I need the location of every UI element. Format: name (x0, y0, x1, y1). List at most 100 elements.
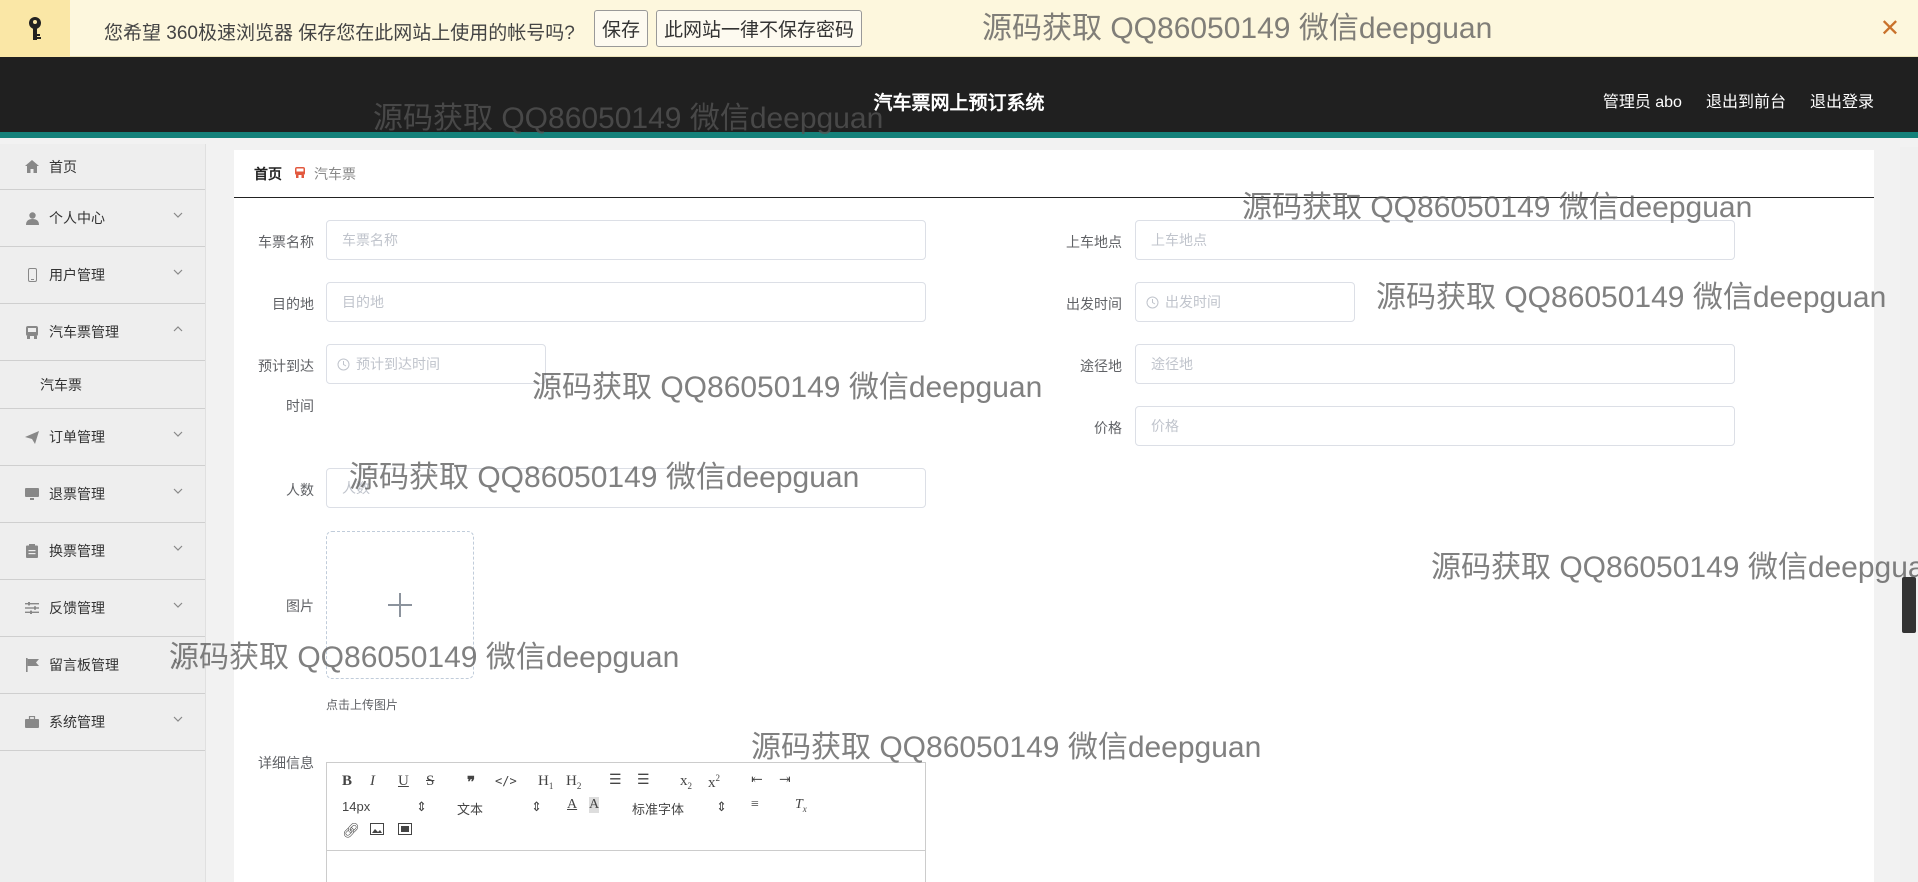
code-icon[interactable]: </> (495, 774, 517, 788)
sidebar-item-label: 汽车票 (40, 376, 82, 393)
chevron-down-icon (173, 716, 183, 722)
font-color-icon[interactable]: A (567, 797, 577, 813)
bus-icon (294, 166, 306, 181)
boarding-location-label: 上车地点 (1066, 234, 1122, 250)
current-user: 管理员 abo (1602, 94, 1682, 111)
chevron-down-icon (173, 488, 183, 494)
monitor-icon (24, 486, 40, 502)
departure-time-label: 出发时间 (1066, 296, 1122, 312)
main-content: 首页 汽车票 车票名称 车票名称 上车地点 上车地点 目的地 目的地 出发时间 … (234, 150, 1874, 882)
chevron-down-icon (173, 431, 183, 437)
outdent-icon[interactable]: ⇤ (751, 772, 763, 789)
price-input[interactable]: 价格 (1135, 406, 1735, 446)
close-icon[interactable]: ✕ (1880, 14, 1900, 43)
boarding-location-input[interactable]: 上车地点 (1135, 220, 1735, 260)
ordered-list-icon[interactable]: ☰ (609, 772, 622, 789)
heading2-icon[interactable]: H2 (566, 773, 581, 791)
via-input[interactable]: 途径地 (1135, 344, 1735, 384)
sidebar-item-personal-center[interactable]: 个人中心 (0, 190, 205, 247)
indent-icon[interactable]: ⇥ (779, 772, 791, 789)
password-save-bar: 您希望 360极速浏览器 保存您在此网站上使用的帐号吗? 保存 此网站一律不保存… (0, 0, 1918, 57)
chevron-down-icon (173, 602, 183, 608)
sidebar-item-system-management[interactable]: 系统管理 (0, 694, 205, 751)
destination-input[interactable]: 目的地 (326, 282, 926, 322)
background-color-icon[interactable]: A (589, 797, 600, 813)
price-placeholder: 价格 (1151, 418, 1179, 434)
ticket-name-input[interactable]: 车票名称 (326, 220, 926, 260)
via-placeholder: 途径地 (1151, 356, 1193, 372)
select-arrows-icon: ⇕ (531, 799, 542, 814)
sidebar-item-refund-management[interactable]: 退票管理 (0, 466, 205, 523)
editor-toolbar: B I U S ❞ </> H1 H2 ☰ ☰ x2 x2 ⇤ ⇥ 14px ⇕ … (327, 763, 925, 851)
font-family-value: 标准字体 (632, 802, 685, 817)
bold-icon[interactable]: B (342, 773, 352, 790)
chevron-down-icon (173, 269, 183, 275)
sidebar-item-user-management[interactable]: 用户管理 (0, 247, 205, 304)
italic-icon[interactable]: I (370, 773, 375, 790)
sidebar-item-label: 订单管理 (49, 429, 105, 445)
quote-icon[interactable]: ❞ (467, 773, 475, 792)
text-type-value: 文本 (457, 802, 484, 817)
sidebar: 首页 个人中心 用户管理 汽车票管理 汽车票 订单管理 退票管理 换票管理 反馈… (0, 144, 206, 882)
video-icon[interactable] (398, 823, 412, 840)
ticket-name-placeholder: 车票名称 (342, 232, 398, 248)
password-save-prompt: 您希望 360极速浏览器 保存您在此网站上使用的帐号吗? (104, 23, 575, 44)
rich-text-editor[interactable]: B I U S ❞ </> H1 H2 ☰ ☰ x2 x2 ⇤ ⇥ 14px ⇕ … (326, 762, 926, 882)
align-icon[interactable]: ≡ (751, 797, 759, 813)
select-arrows-icon: ⇕ (716, 799, 727, 814)
font-family-select[interactable]: 标准字体 ⇕ (632, 799, 727, 818)
clock-icon (1146, 296, 1159, 308)
strikethrough-icon[interactable]: S (426, 773, 434, 790)
scrollbar-thumb[interactable] (1902, 577, 1916, 633)
via-label: 途径地 (1080, 358, 1122, 374)
top-header: 汽车票网上预订系统 管理员 abo 退出到前台 退出登录 (0, 57, 1918, 138)
image-upload-box[interactable] (326, 531, 474, 679)
logout-link[interactable]: 退出登录 (1810, 88, 1874, 112)
breadcrumb-current: 汽车票 (314, 165, 356, 182)
passenger-count-placeholder: 人数 (342, 480, 370, 496)
arrival-time-placeholder: 预计到达时间 (356, 356, 440, 372)
save-password-button[interactable]: 保存 (594, 10, 649, 47)
image-icon[interactable] (370, 823, 384, 840)
superscript-icon[interactable]: x2 (708, 773, 720, 792)
chevron-down-icon (173, 212, 183, 218)
exit-to-frontend-link[interactable]: 退出到前台 (1706, 88, 1786, 112)
clear-format-icon[interactable]: Tx (795, 797, 807, 814)
sidebar-item-label: 用户管理 (49, 267, 105, 283)
font-size-value: 14px (342, 799, 371, 814)
clipboard-icon (24, 543, 40, 559)
subscript-icon[interactable]: x2 (680, 773, 692, 791)
price-label: 价格 (1094, 420, 1122, 436)
underline-icon[interactable]: U (398, 773, 409, 790)
sidebar-item-exchange-management[interactable]: 换票管理 (0, 523, 205, 580)
image-label: 图片 (286, 598, 314, 614)
breadcrumb-home[interactable]: 首页 (254, 164, 282, 184)
sidebar-item-order-management[interactable]: 订单管理 (0, 409, 205, 466)
briefcase-icon (24, 714, 40, 730)
plus-icon (388, 593, 412, 617)
heading1-icon[interactable]: H1 (538, 773, 553, 791)
never-save-button[interactable]: 此网站一律不保存密码 (656, 10, 863, 47)
sidebar-item-label: 退票管理 (49, 486, 105, 502)
departure-time-picker[interactable]: 出发时间 (1135, 282, 1355, 322)
sidebar-item-label: 留言板管理 (49, 657, 119, 673)
boarding-location-placeholder: 上车地点 (1151, 232, 1207, 248)
arrival-time-picker[interactable]: 预计到达时间 (326, 344, 546, 384)
passenger-count-input[interactable]: 人数 (326, 468, 926, 508)
sidebar-item-home[interactable]: 首页 (0, 144, 205, 190)
clock-icon (337, 358, 350, 370)
breadcrumb: 首页 汽车票 (234, 150, 1874, 198)
sidebar-item-message-board-management[interactable]: 留言板管理 (0, 637, 205, 694)
page-scrollbar[interactable] (1900, 147, 1918, 882)
phone-icon (24, 267, 40, 283)
sidebar-item-feedback-management[interactable]: 反馈管理 (0, 580, 205, 637)
bullet-list-icon[interactable]: ☰ (637, 772, 650, 789)
font-size-select[interactable]: 14px ⇕ (342, 799, 427, 815)
sliders-icon (24, 600, 40, 616)
link-icon[interactable]: 🔗︎ (342, 823, 360, 840)
chevron-up-icon (173, 326, 183, 332)
sidebar-subitem-ticket[interactable]: 汽车票 (0, 361, 205, 409)
sidebar-item-ticket-management[interactable]: 汽车票管理 (0, 304, 205, 361)
paper-plane-icon (24, 429, 40, 445)
text-type-select[interactable]: 文本 ⇕ (457, 799, 542, 818)
